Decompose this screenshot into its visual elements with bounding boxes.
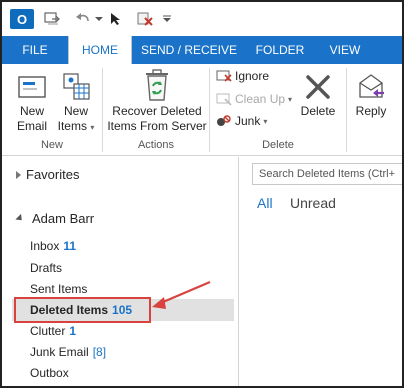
new-email-button[interactable]: New Email	[10, 70, 54, 134]
tab-view[interactable]: VIEW	[316, 36, 374, 64]
ribbon: New Email New Items ▾ New Recover Delete…	[2, 64, 402, 156]
reply-button[interactable]: Reply	[350, 70, 392, 119]
customize-icon[interactable]	[160, 9, 174, 29]
tab-send-receive[interactable]: SEND / RECEIVE	[134, 36, 244, 64]
folder-outbox[interactable]: Outbox	[30, 366, 69, 380]
junk-button[interactable]: Junk ▾	[216, 114, 267, 128]
chevron-down-icon: ▾	[90, 123, 95, 132]
account-header[interactable]: Adam Barr	[15, 211, 94, 226]
undo-icon[interactable]	[74, 9, 92, 29]
annotation-arrow	[152, 280, 211, 309]
new-items-icon	[56, 70, 96, 104]
group-label-delete: Delete	[262, 139, 294, 151]
recycle-bin-icon	[106, 66, 208, 104]
folder-junk-email[interactable]: Junk Email [8]	[30, 345, 106, 359]
favorites-header[interactable]: Favorites	[16, 167, 79, 182]
group-label-new: New	[40, 139, 63, 151]
message-list: Search Deleted Items (Ctrl+ All Unread	[240, 157, 402, 386]
new-email-icon	[10, 70, 54, 104]
tab-home[interactable]: HOME	[68, 36, 132, 65]
ignore-icon	[216, 69, 232, 83]
collapse-arrow-icon	[15, 213, 25, 224]
tab-file[interactable]: FILE	[2, 36, 68, 64]
group-label-actions: Actions	[137, 139, 175, 151]
reply-icon	[350, 70, 392, 104]
clean-up-icon	[216, 92, 232, 106]
delete-button[interactable]: Delete	[298, 70, 338, 119]
tab-folder[interactable]: FOLDER	[244, 36, 316, 64]
folder-clutter[interactable]: Clutter 1	[30, 324, 76, 338]
delete-x-icon	[298, 70, 338, 104]
junk-icon	[216, 114, 232, 128]
expand-arrow-icon	[16, 170, 21, 179]
chevron-down-icon: ▾	[263, 116, 268, 126]
new-items-button[interactable]: New Items ▾	[56, 70, 96, 135]
ignore-button[interactable]: Ignore	[216, 69, 269, 83]
outlook-window: O FILE HOME SEND / RECEIVE FOLDER VIEW N…	[0, 0, 404, 388]
group-divider	[346, 68, 347, 152]
folder-sent-items[interactable]: Sent Items	[30, 282, 87, 296]
filter-unread[interactable]: Unread	[290, 195, 336, 211]
send-receive-icon[interactable]	[42, 9, 64, 29]
ribbon-tabs: FILE HOME SEND / RECEIVE FOLDER VIEW	[2, 36, 402, 65]
clean-up-button[interactable]: Clean Up ▾	[216, 92, 292, 106]
dropdown-arrow-icon[interactable]	[94, 9, 104, 29]
recover-deleted-items-button[interactable]: Recover Deleted Items From Server	[106, 66, 208, 134]
filter-all[interactable]: All	[257, 195, 273, 211]
pointer-icon	[108, 9, 124, 29]
annotation-highlight-box	[14, 297, 151, 323]
chevron-down-icon: ▾	[288, 94, 293, 104]
folder-drafts[interactable]: Drafts	[30, 261, 62, 275]
outlook-icon: O	[10, 9, 34, 29]
folder-inbox[interactable]: Inbox 11	[30, 239, 76, 253]
quick-access-toolbar: O	[2, 2, 402, 36]
search-input[interactable]: Search Deleted Items (Ctrl+	[252, 163, 402, 185]
delete-folder-icon[interactable]	[134, 9, 156, 29]
